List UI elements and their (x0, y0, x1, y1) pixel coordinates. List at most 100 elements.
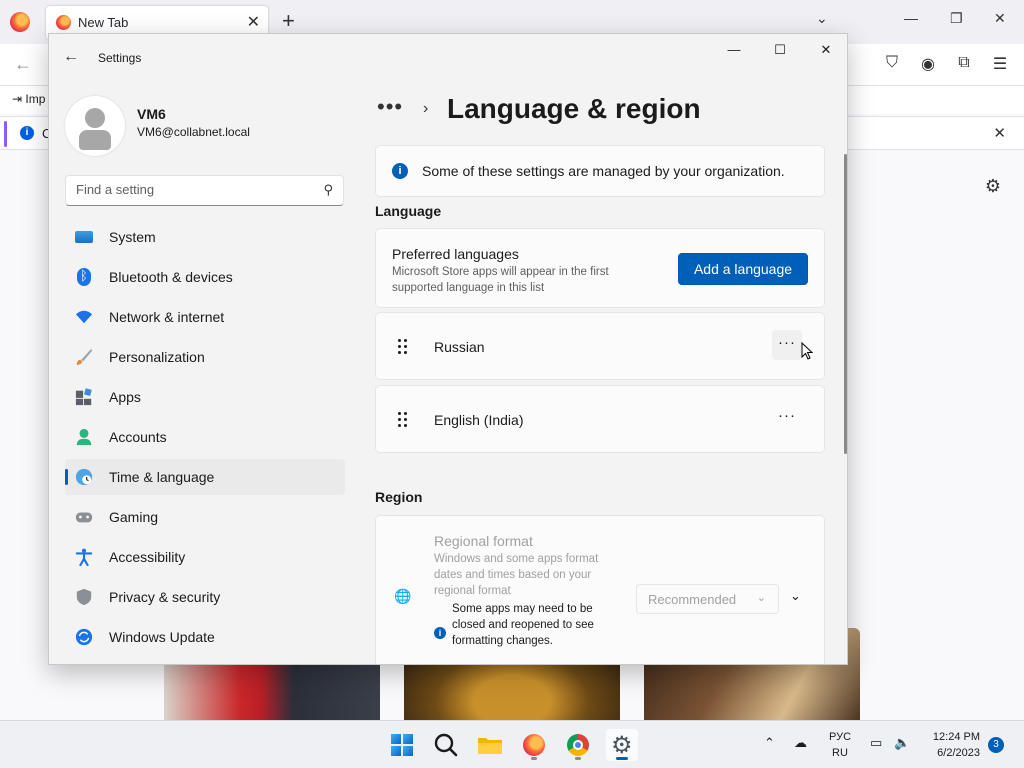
regional-format-select[interactable]: Recommended ⌄ (636, 584, 779, 614)
language-section-heading: Language (375, 203, 442, 219)
search-icon[interactable]: ⚲ (323, 182, 333, 198)
select-value: Recommended (648, 592, 737, 607)
sidebar-item-label: Accessibility (109, 549, 186, 565)
profile-name: VM6 (137, 106, 166, 122)
info-icon: i (392, 163, 408, 179)
sidebar-item-label: Gaming (109, 509, 159, 525)
sidebar-item-gaming[interactable]: Gaming (65, 499, 345, 535)
taskbar-settings[interactable]: ⚙ (606, 729, 638, 761)
language-row-english-india[interactable]: English (India) ··· (375, 385, 825, 453)
sidebar-item-accounts[interactable]: Accounts (65, 419, 345, 455)
regional-format-card: 🌐 Regional format Windows and some apps … (375, 515, 825, 664)
sidebar-item-windows-update[interactable]: Windows Update (65, 619, 345, 655)
lang-bottom: RU (832, 747, 848, 759)
taskbar-chrome[interactable] (562, 729, 594, 761)
infobar-accent (4, 121, 7, 147)
import-bookmarks-link[interactable]: ⇥ Imp (12, 92, 45, 106)
browser-back-icon[interactable]: ← (14, 54, 32, 75)
clock[interactable]: 12:24 PM 6/2/2023 (918, 729, 980, 761)
pocket-icon[interactable]: ⛉ (882, 54, 902, 74)
taskbar: ⚙ ⌃ ☁ РУС RU ▭ 🔈 12:24 PM 6/2/2023 3 (0, 720, 1024, 768)
sidebar-item-label: Windows Update (109, 629, 215, 645)
clock-date: 6/2/2023 (937, 747, 980, 759)
sidebar-nav: System Bluetooth & devices Network & int… (65, 219, 345, 659)
taskbar-firefox[interactable] (518, 729, 550, 761)
notice-text: Some of these settings are managed by yo… (422, 163, 785, 179)
newtab-settings-gear-icon[interactable]: ⚙ (983, 176, 1003, 196)
accessibility-icon (75, 548, 93, 566)
sidebar-item-time-language[interactable]: Time & language (65, 459, 345, 495)
volume-icon[interactable]: 🔈 (894, 735, 910, 751)
start-button[interactable] (386, 729, 418, 761)
preferred-languages-desc: Microsoft Store apps will appear in the … (392, 266, 609, 294)
preferred-languages-title: Preferred languages (392, 246, 519, 262)
browser-restore-icon[interactable]: ❐ (950, 10, 963, 27)
browser-minimize-icon[interactable]: — (904, 10, 918, 26)
sidebar-item-personalization[interactable]: Personalization (65, 339, 345, 375)
scrollbar[interactable] (844, 154, 847, 454)
extensions-icon[interactable]: ⧉ (954, 54, 974, 74)
running-indicator (575, 757, 581, 760)
back-arrow-icon[interactable]: ← (63, 48, 79, 66)
show-hidden-icons-chevron-icon[interactable]: ⌃ (764, 735, 775, 751)
account-icon[interactable]: ◉ (918, 54, 938, 74)
taskbar-search-button[interactable] (430, 729, 462, 761)
display-icon (75, 231, 93, 243)
select-chevron-icon: ⌄ (756, 592, 766, 604)
regional-format-title: Regional format (434, 533, 533, 549)
new-tab-button[interactable]: + (282, 10, 295, 32)
search-input[interactable] (76, 182, 306, 197)
device-icon[interactable]: ▭ (870, 735, 882, 751)
taskbar-file-explorer[interactable] (474, 729, 506, 761)
info-icon: i (20, 126, 34, 140)
sidebar-item-bluetooth[interactable]: Bluetooth & devices (65, 259, 345, 295)
language-format-icon: 🌐 (394, 588, 412, 604)
sidebar-item-label: System (109, 229, 156, 245)
wifi-icon (75, 310, 93, 324)
sidebar-item-privacy[interactable]: Privacy & security (65, 579, 345, 615)
search-box[interactable]: ⚲ (65, 175, 344, 206)
sidebar-item-accessibility[interactable]: Accessibility (65, 539, 345, 575)
input-language-indicator[interactable]: РУС RU (822, 729, 858, 761)
maximize-icon[interactable]: ☐ (770, 42, 790, 58)
folder-icon (478, 738, 502, 754)
network-disconnected-icon[interactable]: ☁ (794, 735, 807, 751)
language-row-russian[interactable]: Russian ··· (375, 312, 825, 380)
close-icon[interactable]: ✕ (816, 42, 836, 58)
tab-close-icon[interactable]: ✕ (247, 12, 260, 32)
regional-format-note: Some apps may need to be closed and reop… (452, 603, 594, 647)
update-icon (75, 628, 93, 646)
settings-title-bar: ← Settings — ☐ ✕ (49, 34, 847, 82)
tab-title: New Tab (78, 15, 129, 30)
language-name: English (India) (434, 412, 524, 428)
menu-hamburger-icon[interactable]: ☰ (990, 54, 1010, 74)
breadcrumb-more-icon[interactable]: ••• (377, 94, 403, 120)
gamepad-icon (75, 512, 93, 523)
add-language-button[interactable]: Add a language (678, 253, 808, 285)
expand-chevron-icon[interactable]: ⌄ (790, 588, 801, 604)
avatar[interactable] (65, 96, 125, 156)
infobar-close-icon[interactable]: ✕ (993, 124, 1006, 142)
preferred-languages-card: Preferred languages Microsoft Store apps… (375, 228, 825, 308)
drag-handle-icon[interactable] (398, 412, 408, 428)
sidebar-item-network[interactable]: Network & internet (65, 299, 345, 335)
list-all-tabs-chevron-icon[interactable]: ⌄ (816, 10, 828, 27)
notification-badge[interactable]: 3 (988, 737, 1004, 753)
minimize-icon[interactable]: — (724, 42, 744, 57)
sidebar-item-system[interactable]: System (65, 219, 345, 255)
chrome-icon (567, 734, 589, 756)
page-title: Language & region (447, 93, 701, 124)
person-icon (76, 428, 92, 446)
regional-format-desc: Windows and some apps format dates and t… (434, 553, 599, 597)
firefox-logo-icon[interactable] (10, 12, 30, 32)
profile-email: VM6@collabnet.local (137, 125, 250, 139)
language-name: Russian (434, 339, 485, 355)
settings-gear-icon: ⚙ (611, 732, 633, 759)
sidebar-item-label: Personalization (109, 349, 205, 365)
more-options-icon[interactable]: ··· (772, 403, 802, 433)
sidebar-item-apps[interactable]: Apps (65, 379, 345, 415)
more-options-icon[interactable]: ··· (772, 330, 802, 360)
drag-handle-icon[interactable] (398, 339, 408, 355)
sidebar-item-label: Network & internet (109, 309, 225, 325)
browser-close-icon[interactable]: ✕ (994, 10, 1006, 27)
